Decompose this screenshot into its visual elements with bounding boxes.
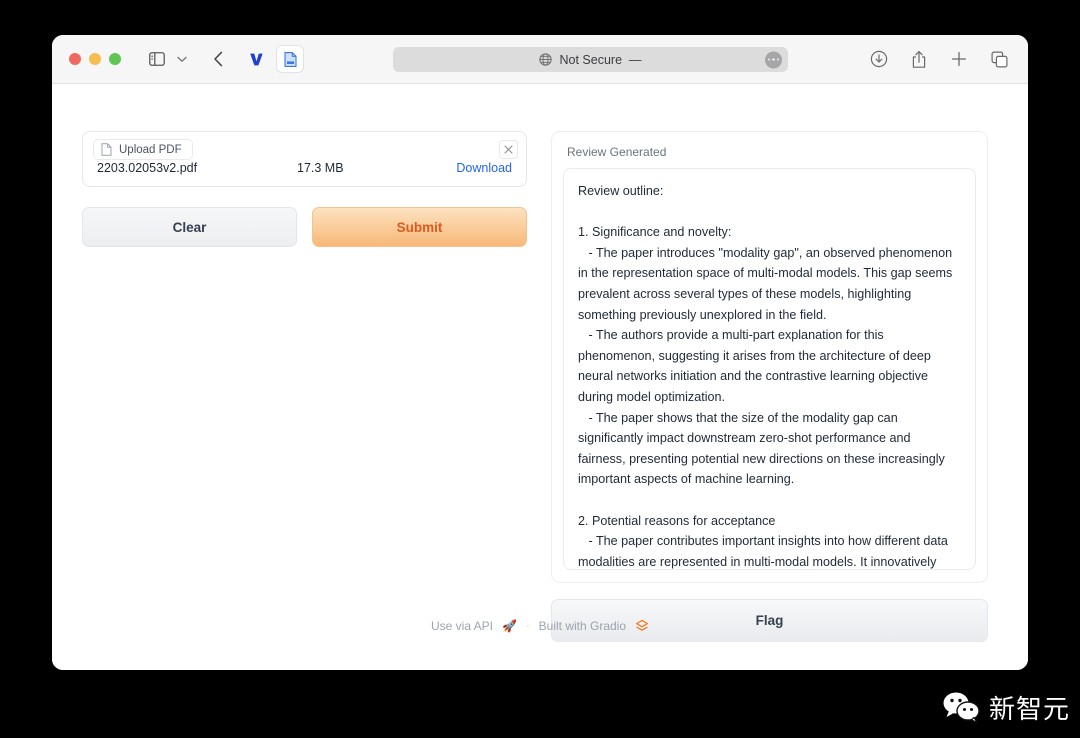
close-icon	[504, 145, 513, 154]
use-via-api-label: Use via API	[430, 619, 494, 633]
tab-favicon-v[interactable]	[243, 46, 269, 72]
page-content: Upload PDF 2203.02053v2.pdf 17.3 MB Down…	[52, 84, 1028, 670]
close-window-button[interactable]	[69, 53, 81, 65]
tab-overview-button[interactable]	[988, 48, 1010, 70]
chevron-left-icon	[213, 51, 222, 67]
document-icon	[283, 51, 297, 67]
globe-icon	[539, 53, 553, 66]
back-button[interactable]	[205, 46, 231, 72]
footer-separator: ·	[525, 620, 530, 632]
review-output-textbox[interactable]: Review outline: 1. Significance and nove…	[563, 168, 976, 570]
file-row: 2203.02053v2.pdf 17.3 MB Download	[83, 161, 526, 175]
address-separator: —	[629, 52, 642, 67]
browser-titlebar: Not Secure —	[52, 35, 1028, 84]
screen: Not Secure — Upload PDF 2203.02053v2.pdf…	[0, 0, 1080, 738]
right-column: Review Generated Review outline: 1. Sign…	[551, 131, 988, 642]
watermark-text: 新智元	[988, 695, 1070, 725]
address-bar-content: Not Secure —	[539, 52, 642, 67]
gradio-logo-icon	[636, 619, 649, 631]
address-more-button[interactable]	[765, 51, 782, 68]
downloads-button[interactable]	[868, 48, 890, 70]
built-with-gradio-link[interactable]: Built with Gradio	[539, 619, 626, 633]
review-panel: Review Generated Review outline: 1. Sign…	[551, 131, 988, 583]
letter-v-icon	[249, 53, 263, 65]
address-security-text: Not Secure	[559, 52, 623, 67]
file-upload-card[interactable]: Upload PDF 2203.02053v2.pdf 17.3 MB Down…	[82, 131, 527, 187]
browser-window: Not Secure — Upload PDF 2203.02053v2.pdf…	[52, 35, 1028, 670]
upload-pdf-label: Upload PDF	[119, 143, 182, 156]
action-buttons: Clear Submit	[82, 207, 527, 247]
ellipsis-dot	[772, 58, 775, 61]
watermark: 新智元	[942, 689, 1070, 726]
sidebar-dropdown-button[interactable]	[173, 46, 191, 72]
share-icon	[912, 50, 926, 68]
download-circle-icon	[870, 50, 888, 68]
wechat-icon	[943, 692, 980, 723]
browser-toolbar-right	[868, 48, 1010, 70]
ellipsis-dot	[767, 58, 771, 61]
download-link[interactable]: Download	[456, 161, 512, 175]
ellipsis-dot	[776, 58, 780, 61]
rocket-icon: 🚀	[502, 619, 517, 633]
submit-button[interactable]: Submit	[312, 207, 527, 247]
sidebar-controls	[143, 46, 191, 72]
copy-tabs-icon	[991, 51, 1008, 68]
sidebar-toggle-button[interactable]	[143, 46, 171, 72]
use-via-api-link[interactable]: Use via API	[431, 619, 493, 633]
new-tab-button[interactable]	[948, 48, 970, 70]
tab-strip	[243, 45, 304, 73]
share-button[interactable]	[908, 48, 930, 70]
review-output-text: Review outline: 1. Significance and nove…	[578, 184, 953, 569]
tab-favicon-document[interactable]	[276, 45, 304, 73]
upload-pdf-tab[interactable]: Upload PDF	[93, 139, 193, 160]
window-controls	[69, 53, 121, 65]
gradio-app: Upload PDF 2203.02053v2.pdf 17.3 MB Down…	[82, 131, 998, 642]
built-with-gradio-label: Built with Gradio	[538, 619, 627, 633]
plus-icon	[951, 51, 967, 67]
file-size: 17.3 MB	[297, 161, 344, 175]
file-name: 2203.02053v2.pdf	[97, 161, 198, 175]
file-icon	[101, 143, 112, 156]
sidebar-icon	[149, 52, 165, 66]
maximize-window-button[interactable]	[109, 53, 121, 65]
clear-button[interactable]: Clear	[82, 207, 297, 247]
chevron-down-icon	[177, 56, 187, 62]
address-bar[interactable]: Not Secure —	[393, 47, 788, 72]
minimize-window-button[interactable]	[89, 53, 101, 65]
review-generated-label: Review Generated	[567, 145, 667, 159]
clear-file-button[interactable]	[499, 140, 518, 159]
gradio-footer: Use via API 🚀 · Built with Gradio	[52, 619, 1028, 633]
left-column: Upload PDF 2203.02053v2.pdf 17.3 MB Down…	[82, 131, 527, 642]
